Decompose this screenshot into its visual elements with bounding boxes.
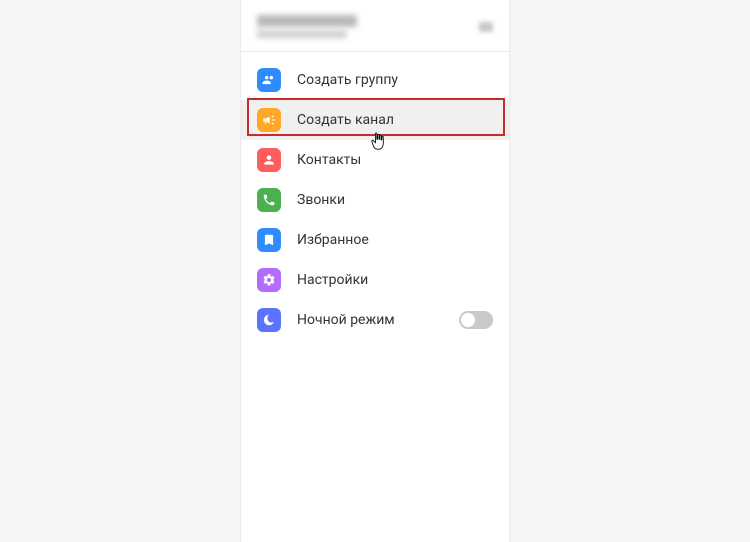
gear-icon (257, 268, 281, 292)
profile-name-blurred (257, 15, 357, 27)
phone-icon (257, 188, 281, 212)
menu-label: Ночной режим (297, 312, 395, 328)
menu-label: Настройки (297, 272, 368, 288)
menu-item-favorites[interactable]: Избранное (241, 220, 509, 260)
night-mode-toggle[interactable] (459, 311, 493, 329)
menu-item-create-group[interactable]: Создать группу (241, 60, 509, 100)
menu-item-settings[interactable]: Настройки (241, 260, 509, 300)
menu-item-contacts[interactable]: Контакты (241, 140, 509, 180)
menu-panel: Создать группу Создать канал Контакты Зв… (241, 0, 509, 542)
header-text (257, 15, 357, 38)
menu-label: Звонки (297, 192, 345, 208)
menu-item-create-channel[interactable]: Создать канал (241, 100, 509, 140)
header-right-blurred (479, 22, 493, 32)
group-icon (257, 68, 281, 92)
menu-label: Контакты (297, 152, 361, 168)
menu-list: Создать группу Создать канал Контакты Зв… (241, 52, 509, 340)
menu-label: Избранное (297, 232, 369, 248)
person-icon (257, 148, 281, 172)
profile-status-blurred (257, 30, 347, 38)
menu-item-calls[interactable]: Звонки (241, 180, 509, 220)
megaphone-icon (257, 108, 281, 132)
panel-header (241, 0, 509, 52)
menu-label: Создать группу (297, 72, 398, 88)
menu-item-night-mode[interactable]: Ночной режим (241, 300, 509, 340)
moon-icon (257, 308, 281, 332)
bookmark-icon (257, 228, 281, 252)
menu-label: Создать канал (297, 112, 394, 128)
